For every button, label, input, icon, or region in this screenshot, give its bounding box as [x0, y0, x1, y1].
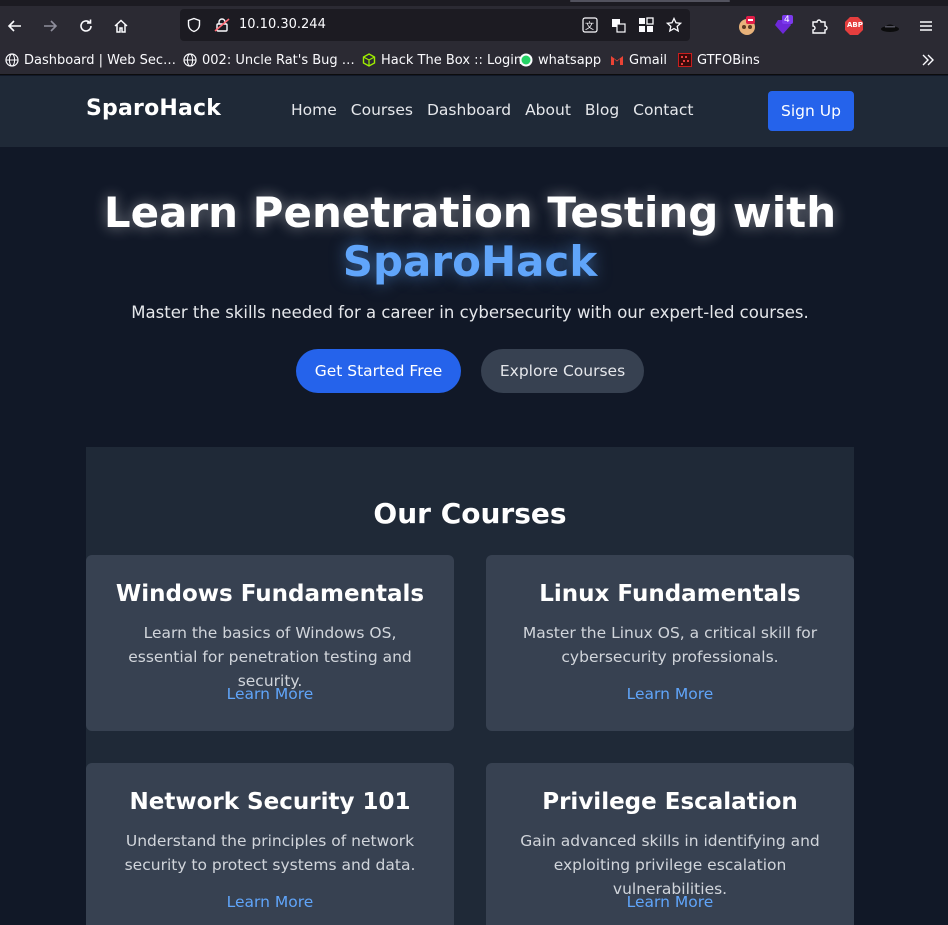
- courses-section: Our Courses Windows Fundamentals Learn t…: [86, 447, 854, 925]
- course-card-privilege-escalation: Privilege Escalation Gain advanced skill…: [486, 763, 854, 925]
- course-title: Network Security 101: [129, 789, 411, 815]
- url-text[interactable]: 10.10.30.244: [239, 17, 326, 32]
- nav-link-courses[interactable]: Courses: [351, 101, 413, 119]
- translate-icon[interactable]: 文: [582, 17, 598, 33]
- bookmark-label: Dashboard | Web Sec…: [24, 52, 177, 68]
- browser-toolbar: 10.10.30.244 文 4 ABP: [0, 6, 948, 46]
- course-title: Linux Fundamentals: [539, 581, 801, 607]
- address-bar[interactable]: 10.10.30.244 文: [180, 9, 690, 41]
- bookmark-item[interactable]: Hack The Box :: Login: [361, 51, 522, 69]
- globe-icon: [182, 53, 197, 68]
- forward-arrow-icon[interactable]: [37, 13, 63, 39]
- htb-cube-icon: [361, 53, 376, 68]
- bookmark-label: Hack The Box :: Login: [381, 52, 523, 68]
- learn-more-link[interactable]: Learn More: [86, 685, 454, 703]
- learn-more-link[interactable]: Learn More: [486, 685, 854, 703]
- globe-icon: [4, 53, 19, 68]
- nav-link-contact[interactable]: Contact: [633, 101, 693, 119]
- extension-badge: 4: [784, 15, 790, 25]
- bookmarks-overflow-chevron-icon[interactable]: [920, 51, 936, 69]
- course-card-linux: Linux Fundamentals Master the Linux OS, …: [486, 555, 854, 731]
- hero-subtitle: Master the skills needed for a career in…: [131, 303, 809, 322]
- course-card-windows: Windows Fundamentals Learn the basics of…: [86, 555, 454, 731]
- learn-more-link[interactable]: Learn More: [486, 893, 854, 911]
- nav-link-about[interactable]: About: [525, 101, 571, 119]
- bookmark-item[interactable]: Gmail: [609, 51, 667, 69]
- learn-more-link[interactable]: Learn More: [86, 893, 454, 911]
- course-title: Windows Fundamentals: [115, 581, 425, 607]
- hero-brand-name: SparoHack: [342, 237, 598, 286]
- course-description: Master the Linux OS, a critical skill fo…: [522, 624, 818, 666]
- profile-avatar-icon[interactable]: [736, 15, 758, 37]
- back-arrow-icon[interactable]: [2, 13, 28, 39]
- hat-icon[interactable]: [879, 15, 901, 37]
- qr-grid-icon[interactable]: [638, 17, 654, 33]
- site-logo[interactable]: SparoHack: [86, 96, 221, 121]
- course-description: Understand the principles of network sec…: [124, 832, 416, 874]
- bookmark-star-icon[interactable]: [666, 17, 682, 33]
- bookmark-item[interactable]: Dashboard | Web Sec…: [4, 51, 176, 69]
- bookmark-label: GTFOBins: [697, 52, 760, 68]
- nav-link-home[interactable]: Home: [291, 101, 337, 119]
- reload-icon[interactable]: [73, 13, 99, 39]
- bookmark-label: Gmail: [629, 52, 667, 68]
- purple-extension-icon[interactable]: 4: [772, 15, 794, 37]
- svg-text:文: 文: [585, 20, 594, 32]
- course-description: Gain advanced skills in identifying and …: [520, 832, 820, 898]
- language-icon[interactable]: [610, 17, 626, 33]
- insecure-lock-icon[interactable]: [214, 17, 230, 33]
- bookmark-label: 002: Uncle Rat's Bug …: [202, 52, 355, 68]
- bookmark-label: whatsapp: [538, 52, 602, 68]
- hero-title: Learn Penetration Testing with: [103, 188, 837, 237]
- adblock-plus-icon[interactable]: ABP: [843, 15, 865, 37]
- nav-link-blog[interactable]: Blog: [585, 101, 619, 119]
- site-navbar: SparoHack Home Courses Dashboard About B…: [0, 76, 948, 147]
- menu-icon[interactable]: [915, 15, 937, 37]
- puzzle-icon[interactable]: [808, 15, 830, 37]
- course-title: Privilege Escalation: [542, 789, 798, 815]
- course-description: Learn the basics of Windows OS, essentia…: [128, 624, 412, 690]
- bookmark-item[interactable]: GTFOBins: [677, 51, 760, 69]
- gtfobins-icon: [677, 53, 692, 68]
- bookmarks-toolbar: Dashboard | Web Sec… 002: Uncle Rat's Bu…: [0, 46, 948, 75]
- shield-icon[interactable]: [186, 17, 202, 33]
- sign-up-button[interactable]: Sign Up: [768, 91, 854, 131]
- get-started-button[interactable]: Get Started Free: [296, 349, 461, 393]
- explore-courses-button[interactable]: Explore Courses: [481, 349, 644, 393]
- main-menu: Home Courses Dashboard About Blog Contac…: [291, 101, 707, 119]
- nav-link-dashboard[interactable]: Dashboard: [427, 101, 511, 119]
- whatsapp-icon: [518, 53, 533, 68]
- courses-heading: Our Courses: [373, 497, 567, 530]
- bookmark-item[interactable]: 002: Uncle Rat's Bug …: [182, 51, 355, 69]
- course-card-network-security: Network Security 101 Understand the prin…: [86, 763, 454, 925]
- home-icon[interactable]: [108, 13, 134, 39]
- gmail-icon: [609, 53, 624, 68]
- adblock-label: ABP: [847, 21, 863, 29]
- bookmark-item[interactable]: whatsapp: [518, 51, 601, 69]
